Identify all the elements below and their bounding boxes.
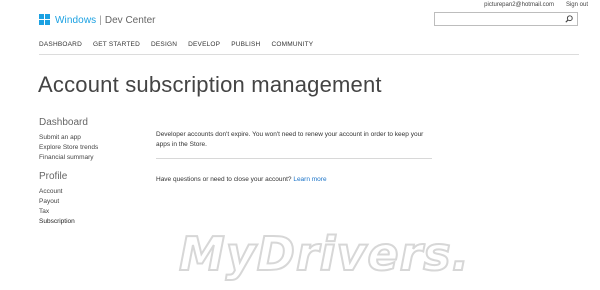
nav-develop[interactable]: DEVELOP [188, 41, 220, 48]
questions-text: Have questions or need to close your acc… [156, 176, 292, 183]
sidebar-dashboard-list: Submit an app Explore Store trends Finan… [39, 133, 98, 163]
account-strip: picturepan2@hotmail.com Sign out [484, 2, 588, 8]
nav-divider [39, 54, 579, 55]
search-input[interactable] [435, 19, 561, 31]
logo-separator: | [99, 14, 102, 26]
mydrivers-watermark: MyDrivers.com [178, 226, 465, 282]
watermark-text: MyDrivers.com [179, 227, 465, 281]
learn-more-link[interactable]: Learn more [293, 176, 326, 183]
nav-community[interactable]: COMMUNITY [271, 41, 313, 48]
nav-publish[interactable]: PUBLISH [231, 41, 260, 48]
content-divider [156, 158, 432, 159]
sidebar-profile-list: Account Payout Tax Subscription [39, 187, 75, 227]
nav-dashboard[interactable]: DASHBOARD [39, 41, 82, 48]
search-box[interactable] [434, 12, 578, 31]
account-email: picturepan2@hotmail.com [484, 2, 554, 8]
notice-text: Developer accounts don't expire. You won… [156, 131, 424, 148]
sidebar-item-tax[interactable]: Tax [39, 207, 75, 217]
sidebar-item-explore-trends[interactable]: Explore Store trends [39, 143, 98, 153]
logo-brand: Windows [55, 14, 97, 26]
sidebar-item-payout[interactable]: Payout [39, 197, 75, 207]
main-nav: DASHBOARD GET STARTED DESIGN DEVELOP PUB… [39, 41, 313, 48]
questions-line: Have questions or need to close your acc… [156, 176, 327, 183]
sidebar-heading-dashboard: Dashboard [39, 117, 88, 128]
nav-get-started[interactable]: GET STARTED [93, 41, 140, 48]
sidebar-item-subscription[interactable]: Subscription [39, 217, 75, 227]
sidebar-item-financial-summary[interactable]: Financial summary [39, 153, 98, 163]
logo-product: Dev Center [104, 14, 156, 26]
page-title: Account subscription management [38, 72, 382, 97]
sign-out-link[interactable]: Sign out [566, 2, 588, 8]
sidebar-heading-profile: Profile [39, 171, 68, 182]
dev-center-logo[interactable]: Windows | Dev Center [39, 14, 155, 26]
nav-design[interactable]: DESIGN [151, 41, 177, 48]
sidebar-item-account[interactable]: Account [39, 187, 75, 197]
sidebar-item-submit-app[interactable]: Submit an app [39, 133, 98, 143]
search-icon[interactable] [565, 15, 573, 23]
windows-logo-icon [39, 14, 51, 26]
